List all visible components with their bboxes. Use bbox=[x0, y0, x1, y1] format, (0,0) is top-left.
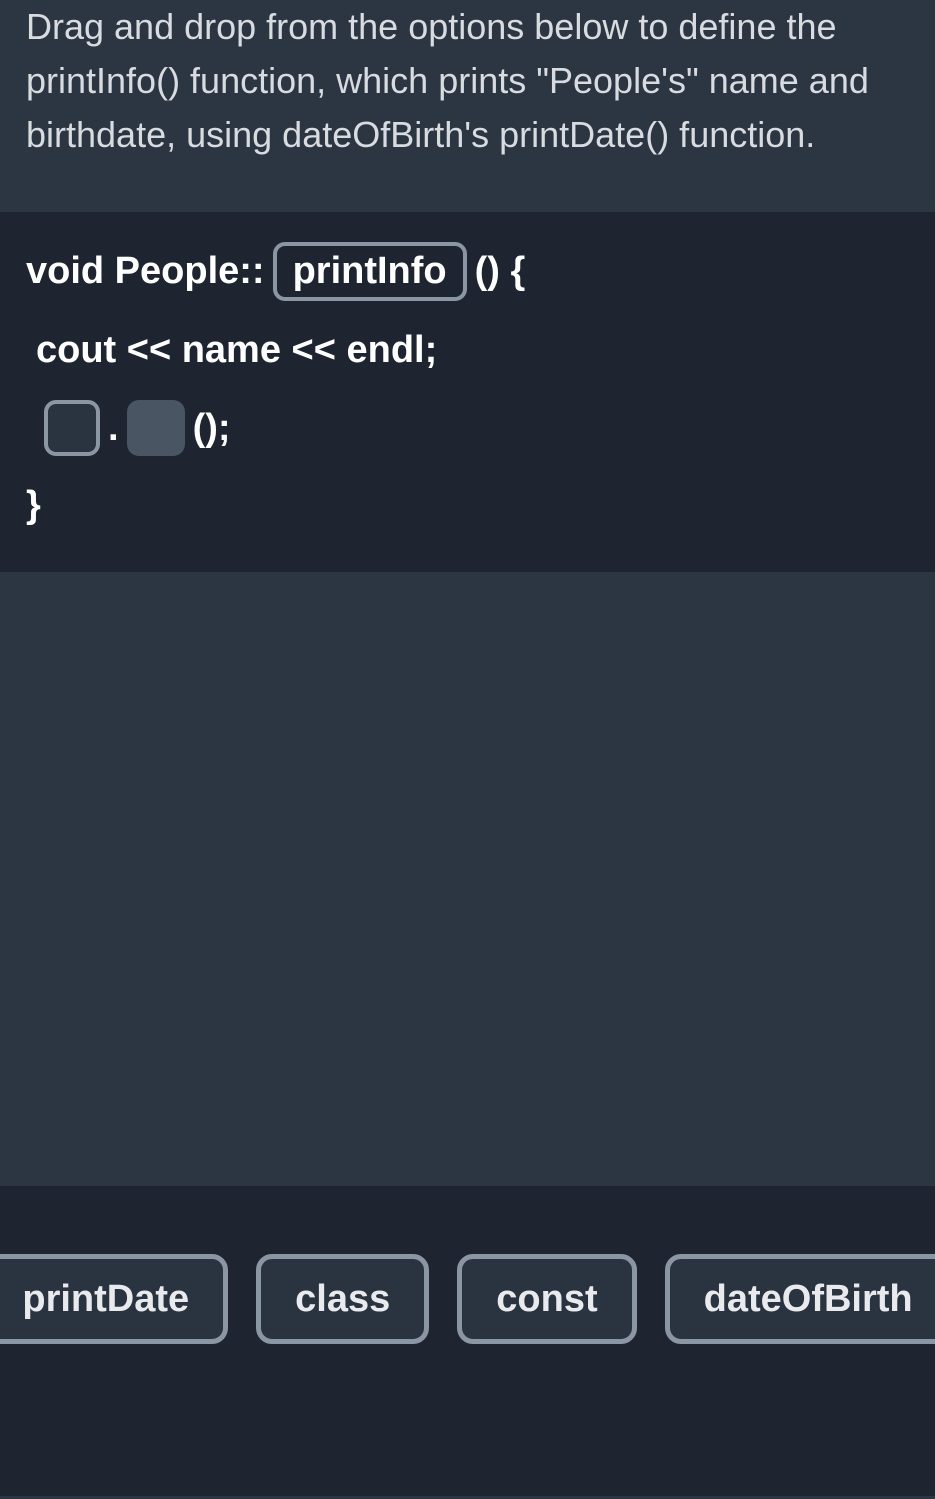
option-class[interactable]: class bbox=[256, 1254, 429, 1344]
code-text: () { bbox=[475, 250, 526, 293]
drop-slot-function-name[interactable]: printInfo bbox=[273, 242, 467, 301]
option-printDate[interactable]: printDate bbox=[0, 1254, 228, 1344]
code-text: (); bbox=[193, 407, 231, 450]
output-area bbox=[0, 572, 935, 1186]
code-line-3: . (); bbox=[26, 400, 909, 456]
code-text: } bbox=[26, 484, 41, 527]
code-area: void People:: printInfo () { cout << nam… bbox=[0, 212, 935, 572]
code-line-2: cout << name << endl; bbox=[26, 329, 909, 372]
code-line-4: } bbox=[26, 484, 909, 527]
drop-slot-method[interactable] bbox=[127, 400, 185, 456]
option-const[interactable]: const bbox=[457, 1254, 636, 1344]
drop-slot-object[interactable] bbox=[44, 400, 100, 456]
options-tray: printDate class const dateOfBirth bbox=[0, 1186, 935, 1496]
code-line-1: void People:: printInfo () { bbox=[26, 242, 909, 301]
instructions: Drag and drop from the options below to … bbox=[0, 0, 935, 212]
code-text: cout << name << endl; bbox=[36, 329, 437, 372]
code-text: void People:: bbox=[26, 250, 265, 293]
code-text: . bbox=[108, 407, 119, 450]
option-dateOfBirth[interactable]: dateOfBirth bbox=[665, 1254, 935, 1344]
